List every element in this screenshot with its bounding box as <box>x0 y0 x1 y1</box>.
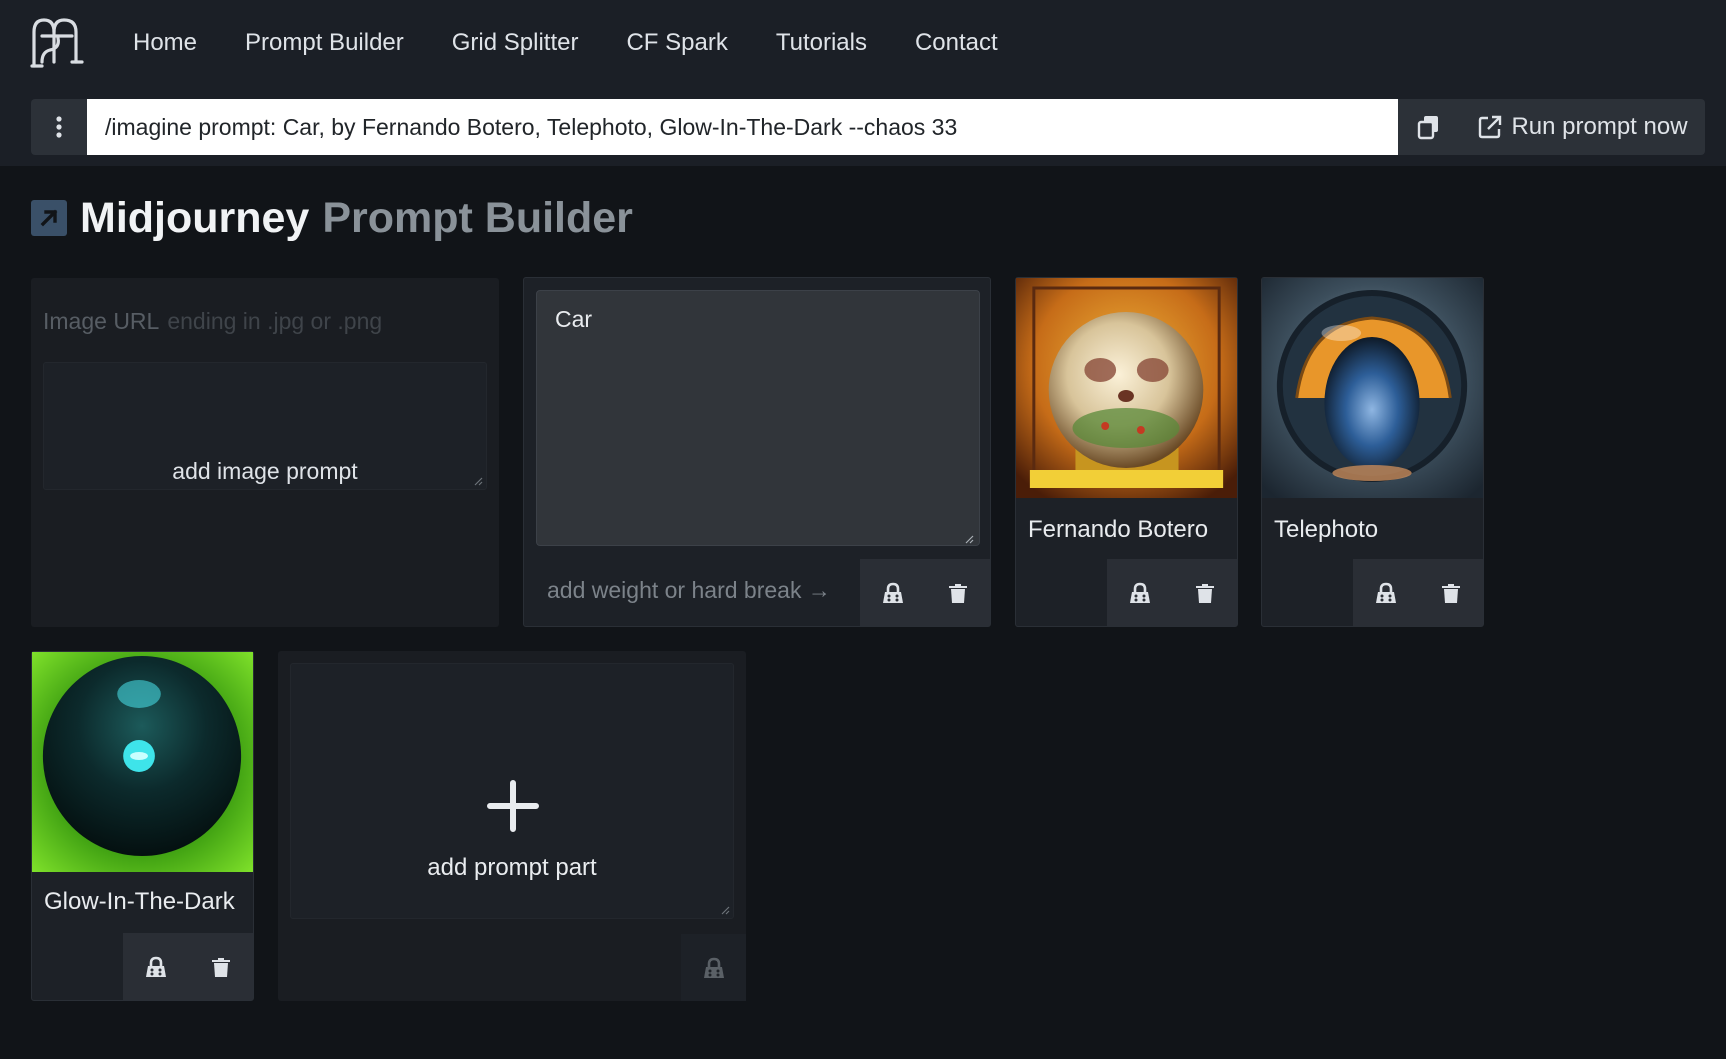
resize-handle-icon[interactable] <box>720 905 730 915</box>
card-actions <box>860 559 990 626</box>
lock-button[interactable] <box>1107 559 1172 626</box>
style-card-telephoto: Telephoto <box>1261 277 1484 627</box>
prompt-menu-button[interactable] <box>31 99 87 155</box>
trash-icon <box>1441 583 1460 603</box>
plus-icon <box>487 780 539 832</box>
delete-button[interactable] <box>188 933 253 1000</box>
delete-button[interactable] <box>925 559 990 626</box>
lock-icon <box>703 957 724 978</box>
lock-button[interactable] <box>123 933 188 1000</box>
page-title: Midjourney Prompt Builder <box>31 190 633 246</box>
vertical-dots-icon <box>56 116 62 138</box>
lock-icon <box>145 956 166 977</box>
style-card-label: Glow-In-The-Dark <box>44 888 235 915</box>
resize-handle-icon[interactable] <box>964 534 974 544</box>
lock-button[interactable] <box>860 559 925 626</box>
nav-home[interactable]: Home <box>133 24 197 62</box>
arrow-up-right-icon <box>31 200 67 236</box>
add-prompt-part-label: add prompt part <box>427 854 597 881</box>
prompt-output-field[interactable] <box>87 99 1398 155</box>
trash-icon <box>1195 583 1214 603</box>
prompt-bar: Run prompt now <box>31 99 1705 155</box>
image-url-placeholder: ending in .jpg or .png <box>167 308 383 334</box>
copy-prompt-button[interactable] <box>1398 99 1460 155</box>
resize-handle-icon[interactable] <box>473 476 483 486</box>
nav-contact[interactable]: Contact <box>915 24 998 62</box>
lock-icon <box>1129 582 1150 603</box>
nav-tutorials[interactable]: Tutorials <box>776 24 867 62</box>
card-actions <box>681 934 746 1001</box>
nav-grid-splitter[interactable]: Grid Splitter <box>452 24 579 62</box>
lock-icon <box>882 582 903 603</box>
add-prompt-part-card: add prompt part <box>278 651 746 1001</box>
run-prompt-label: Run prompt now <box>1511 113 1688 140</box>
style-card-label: Telephoto <box>1274 516 1379 543</box>
delete-button[interactable] <box>1172 559 1237 626</box>
lock-button[interactable] <box>681 934 746 1001</box>
nav-prompt-builder[interactable]: Prompt Builder <box>245 24 404 62</box>
run-prompt-button[interactable]: Run prompt now <box>1460 99 1705 155</box>
external-link-icon <box>1479 115 1502 139</box>
card-actions <box>1107 559 1237 626</box>
add-image-prompt-label: add image prompt <box>172 458 358 484</box>
image-prompt-card: Image URL ending in .jpg or .png add imag… <box>31 278 499 627</box>
image-url-label: Image URL <box>43 308 160 334</box>
add-image-prompt-area[interactable]: add image prompt <box>43 362 487 490</box>
style-card-label: Fernando Botero <box>1028 516 1209 543</box>
page-title-main: Midjourney <box>80 193 310 242</box>
trash-icon <box>948 583 967 603</box>
image-url-input[interactable]: Image URL ending in .jpg or .png <box>43 308 382 335</box>
prompt-part-textarea[interactable]: Car <box>536 290 980 546</box>
style-thumbnail <box>32 652 253 872</box>
card-actions <box>1353 559 1483 626</box>
top-navbar: Home Prompt Builder Grid Splitter CF Spa… <box>0 0 1726 166</box>
main-nav: Home Prompt Builder Grid Splitter CF Spa… <box>133 24 1046 62</box>
add-weight-hint[interactable]: add weight or hard break → <box>547 577 831 604</box>
card-actions <box>123 933 253 1000</box>
style-thumbnail <box>1262 278 1483 498</box>
style-card-glow-in-the-dark: Glow-In-The-Dark <box>31 651 254 1001</box>
text-prompt-part-card: Car add weight or hard break → <box>523 277 991 627</box>
style-thumbnail <box>1016 278 1237 498</box>
site-logo-icon[interactable] <box>28 12 86 70</box>
nav-cf-spark[interactable]: CF Spark <box>626 24 727 62</box>
add-prompt-part-area[interactable]: add prompt part <box>290 663 734 919</box>
copy-icon <box>1417 116 1438 140</box>
trash-icon <box>211 957 230 977</box>
style-card-fernando-botero: Fernando Botero <box>1015 277 1238 627</box>
delete-button[interactable] <box>1418 559 1483 626</box>
page-title-sub: Prompt Builder <box>322 193 633 242</box>
lock-button[interactable] <box>1353 559 1418 626</box>
lock-icon <box>1375 582 1396 603</box>
